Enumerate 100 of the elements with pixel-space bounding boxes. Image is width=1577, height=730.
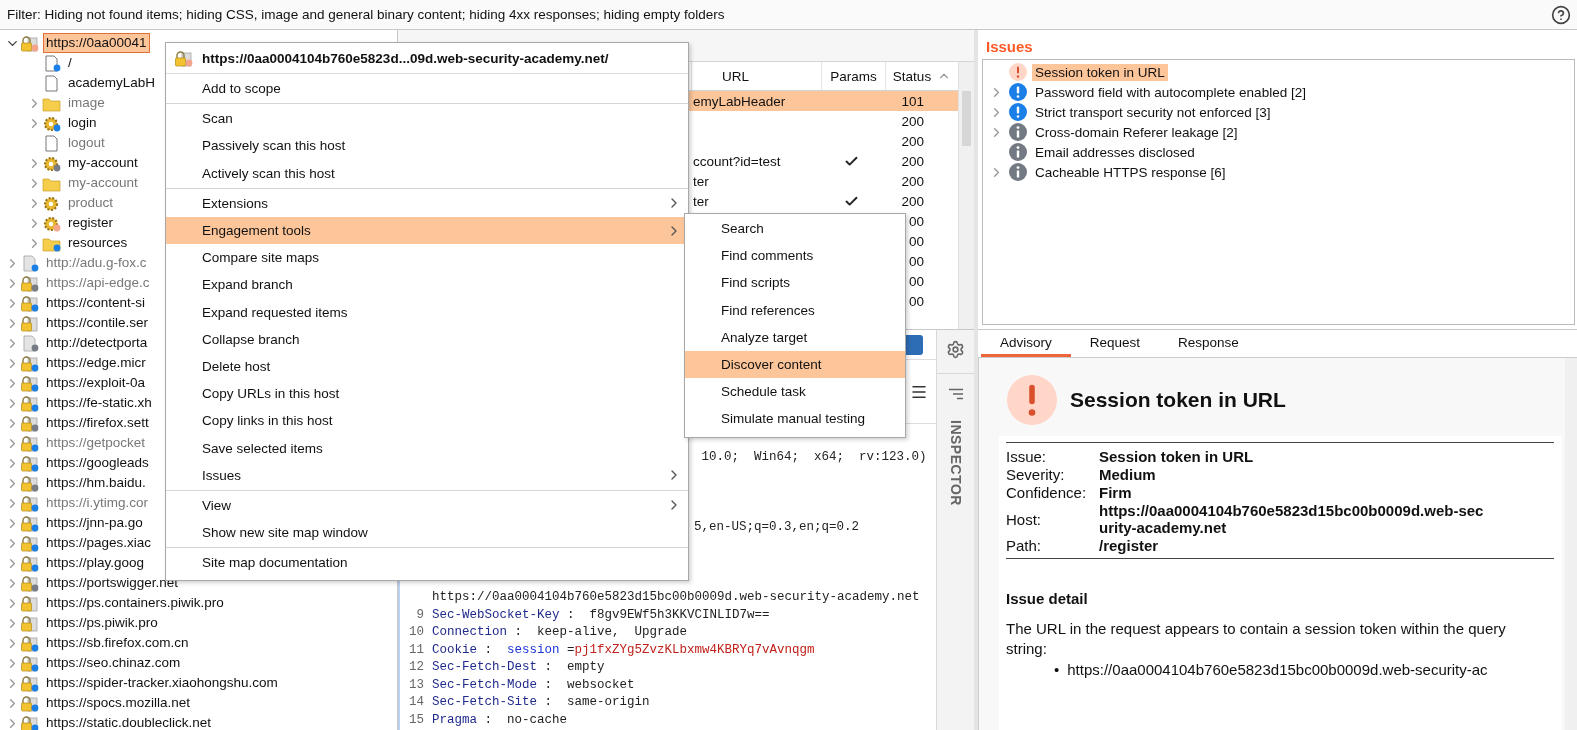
site-map-item[interactable]: https://fe-static.xh: [44, 394, 154, 412]
menu-item[interactable]: Find references: [685, 296, 905, 324]
site-map-item[interactable]: academyLabH: [66, 74, 158, 92]
menu-item[interactable]: Simulate manual testing: [685, 405, 905, 433]
site-map-item[interactable]: http://adu.g-fox.c: [44, 254, 149, 272]
site-map-item[interactable]: https://hm.baidu.: [44, 474, 148, 492]
site-map-item[interactable]: https://static.doubleclick.net: [44, 714, 214, 730]
site-map-item[interactable]: https://getpocket: [44, 434, 148, 452]
column-header[interactable]: URL: [691, 62, 821, 90]
site-map-item[interactable]: https://0aa00041: [44, 34, 149, 52]
help-icon[interactable]: [1551, 4, 1571, 25]
site-map-item[interactable]: https://pages.xiac: [44, 534, 154, 552]
table-cell: 200: [901, 133, 924, 149]
site-map-item[interactable]: https://firefox.sett: [44, 414, 151, 432]
menu-item[interactable]: Discover content: [685, 350, 905, 379]
padlock-icon: [20, 434, 39, 452]
table-cell: 200: [901, 193, 924, 209]
site-map-item[interactable]: https://jnn-pa.go: [44, 514, 145, 532]
issue-item[interactable]: Password field with autocomplete enabled [2]: [1032, 83, 1309, 101]
site-map-item[interactable]: image: [66, 94, 107, 112]
site-map-item[interactable]: register: [66, 214, 115, 232]
menu-item[interactable]: Search: [685, 215, 905, 243]
site-map-item[interactable]: https://ps.containers.piwik.pro: [44, 594, 226, 612]
inspector-tab[interactable]: INSPECTOR: [947, 420, 964, 506]
site-map-item[interactable]: my-account: [66, 154, 140, 172]
menu-item[interactable]: Issues: [166, 461, 688, 489]
scrollbar[interactable]: [958, 62, 974, 329]
field-value: Medium: [1099, 466, 1157, 483]
menu-item[interactable]: Find comments: [685, 242, 905, 270]
site-map-item[interactable]: product: [66, 194, 116, 212]
padlock-icon: [20, 374, 39, 392]
menu-item[interactable]: Save selected items: [166, 434, 688, 462]
exclamation-icon: [1009, 63, 1027, 81]
menu-item[interactable]: Compare site maps: [166, 244, 688, 272]
detail-paragraph: The URL in the request appears to contain a session token within the query string:: [1006, 619, 1507, 659]
code-line: Pragma : no-cache: [432, 712, 568, 727]
settings-icon[interactable]: [946, 340, 965, 359]
site-map-item[interactable]: http://detectporta: [44, 334, 150, 352]
site-map-item[interactable]: https://content-si: [44, 294, 148, 312]
info-icon: [1009, 143, 1027, 161]
site-map-item[interactable]: login: [66, 114, 99, 132]
field-label: Path:: [1006, 537, 1043, 554]
menu-item[interactable]: View: [166, 491, 688, 519]
padlock-icon: [20, 314, 39, 332]
menu-item[interactable]: Find scripts: [685, 269, 905, 297]
table-cell: 200: [901, 153, 924, 169]
padlock-icon: [20, 274, 39, 292]
page-icon: [42, 54, 61, 72]
tab[interactable]: Request: [1070, 330, 1160, 357]
site-map-item[interactable]: https://ps.piwik.pro: [44, 614, 160, 632]
site-map-item[interactable]: https://spocs.mozilla.net: [44, 694, 193, 712]
scrollbar[interactable]: [1565, 358, 1577, 730]
tab[interactable]: Response: [1159, 330, 1258, 357]
line-number: 11: [408, 642, 425, 657]
site-map-item[interactable]: https://sb.firefox.com.cn: [44, 634, 191, 652]
site-map-item[interactable]: https://api-edge.c: [44, 274, 152, 292]
site-map-item[interactable]: https://spider-tracker.xiaohongshu.com: [44, 674, 280, 692]
menu-item[interactable]: Analyze target: [685, 323, 905, 351]
menu-item[interactable]: Delete host: [166, 352, 688, 381]
issue-item[interactable]: Cross-domain Referer leakage [2]: [1032, 123, 1241, 141]
lines-icon[interactable]: [947, 388, 964, 400]
site-map-item[interactable]: https://portswigger.net: [44, 574, 181, 592]
menu-item[interactable]: Expand requested items: [166, 298, 688, 326]
issue-item[interactable]: Email addresses disclosed: [1032, 143, 1198, 161]
menu-item[interactable]: Add to scope: [166, 75, 688, 103]
menu-item[interactable]: Copy links in this host: [166, 407, 688, 435]
page-icon: [42, 134, 61, 152]
site-map-item[interactable]: https://edge.micr: [44, 354, 148, 372]
site-map-item[interactable]: https://exploit-0a: [44, 374, 148, 392]
issue-item[interactable]: Cacheable HTTPS response [6]: [1032, 163, 1229, 181]
menu-item[interactable]: Scan: [166, 105, 688, 133]
site-map-item[interactable]: https://i.ytimg.cor: [44, 494, 151, 512]
padlock-icon: [20, 354, 39, 372]
site-map-item[interactable]: https://play.goog: [44, 554, 147, 572]
line-number: 10: [408, 625, 425, 640]
document-icon: [20, 334, 39, 352]
site-map-item[interactable]: logout: [66, 134, 107, 152]
menu-item[interactable]: Copy URLs in this host: [166, 380, 688, 408]
menu-item[interactable]: Show new site map window: [166, 519, 688, 547]
padlock-icon: [20, 574, 39, 592]
table-cell: ter: [693, 173, 709, 189]
site-map-item[interactable]: https://seo.chinaz.com: [44, 654, 183, 672]
site-map-item[interactable]: https://contile.ser: [44, 314, 151, 332]
site-map-item[interactable]: https://googleads: [44, 454, 151, 472]
menu-item[interactable]: Schedule task: [685, 378, 905, 406]
menu-item[interactable]: Site map documentation: [166, 549, 688, 577]
padlock-icon: [20, 454, 39, 472]
issue-item[interactable]: Strict transport security not enforced [3]: [1032, 103, 1274, 121]
field-label: Host:: [1006, 510, 1042, 528]
menu-item[interactable]: Collapse branch: [166, 325, 688, 353]
padlock-icon: [20, 594, 39, 612]
issue-item[interactable]: Session token in URL: [1032, 63, 1168, 81]
code-line: 10.0; Win64; x64; rv:123.0): [700, 450, 927, 465]
menu-item[interactable]: Expand branch: [166, 271, 688, 299]
site-map-item[interactable]: my-account: [66, 174, 140, 192]
site-map-item[interactable]: /: [66, 54, 74, 72]
line-number: 12: [408, 660, 425, 675]
table-cell: 00: [908, 233, 924, 249]
site-map-item[interactable]: resources: [66, 234, 130, 252]
column-header[interactable]: Params: [821, 62, 885, 90]
